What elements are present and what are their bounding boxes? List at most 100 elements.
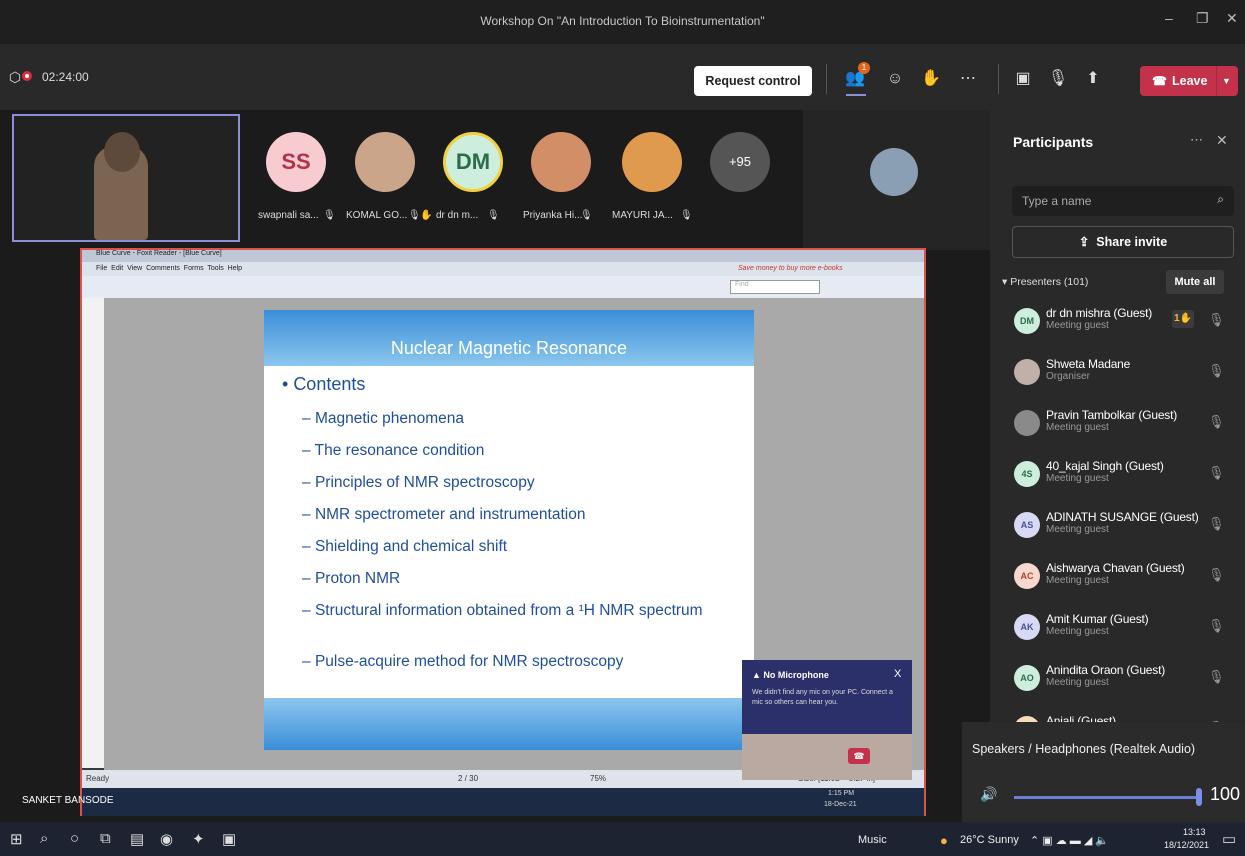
request-control-button[interactable]: Request control xyxy=(694,66,812,96)
chrome-icon[interactable]: ◉ xyxy=(160,830,173,848)
participant-video[interactable] xyxy=(803,110,990,250)
participant-row[interactable]: AO Anindita Oraon (Guest) Meeting guest 🎙 xyxy=(990,657,1245,707)
participant-name: MAYURI JA... xyxy=(612,210,673,221)
foxit-menu-bar: File Edit View Comments Forms Tools Help… xyxy=(82,262,924,276)
participant-name: Pravin Tambolkar (Guest) xyxy=(1046,408,1178,422)
clock-time[interactable]: 13:13 xyxy=(1183,827,1206,837)
reactions-icon[interactable]: ✋ xyxy=(918,66,944,92)
participant-role: Organiser xyxy=(1046,371,1090,382)
page-indicator[interactable]: 2 / 30 xyxy=(458,770,478,788)
leave-button[interactable]: ☎ Leave ▼ xyxy=(1140,66,1238,96)
participant-row[interactable]: DM dr dn mishra (Guest) Meeting guest 1✋ 🎙 xyxy=(990,300,1245,350)
close-icon[interactable]: X xyxy=(894,668,901,680)
mic-off-icon[interactable]: 🎙 xyxy=(1208,414,1225,430)
participant-row[interactable]: AC Aishwarya Chavan (Guest) Meeting guest 🎙 xyxy=(990,555,1245,605)
overflow-count[interactable]: +95 xyxy=(710,132,770,192)
avatar xyxy=(1014,359,1040,385)
list-item: – Structural information obtained from a… xyxy=(302,602,703,619)
participant-name: 40_kajal Singh (Guest) xyxy=(1046,459,1164,473)
ad-banner[interactable]: Save money to buy more e-books xyxy=(738,262,843,276)
avatar: 4S xyxy=(1014,461,1040,487)
more-options-icon[interactable]: ⋯ xyxy=(955,66,981,92)
foxit-title: Blue Curve - Foxit Reader - [Blue Curve] xyxy=(82,250,924,262)
notification-icon[interactable]: ▭ xyxy=(1222,830,1236,848)
mic-off-icon[interactable]: 🎙 xyxy=(1045,66,1071,92)
avatar: SS xyxy=(266,132,326,192)
mic-off-icon[interactable]: 🎙 xyxy=(1208,516,1225,532)
close-icon[interactable]: ✕ xyxy=(1216,132,1228,149)
minimize-icon[interactable]: – xyxy=(1165,10,1173,26)
share-icon: ⇪ xyxy=(1078,235,1090,249)
mic-off-icon[interactable]: 🎙 xyxy=(1208,312,1225,328)
avatar: AS xyxy=(1014,512,1040,538)
volume-value: 100 xyxy=(1210,784,1241,804)
participant-row[interactable]: AS ADINATH SUSANGE (Guest) Meeting guest 🎙 xyxy=(990,504,1245,554)
close-icon[interactable]: ✕ xyxy=(1226,10,1238,27)
tray-icons[interactable]: ⌃ ▣ ☁ ▬ ◢ 🔈 xyxy=(1030,834,1109,847)
maximize-icon[interactable]: ❐ xyxy=(1196,10,1209,27)
recording-icon xyxy=(22,71,32,81)
presenter-video[interactable] xyxy=(12,114,240,242)
participant-row[interactable]: Pravin Tambolkar (Guest) Meeting guest 🎙 xyxy=(990,402,1245,452)
camera-off-icon[interactable]: ▣ xyxy=(1010,66,1036,92)
divider xyxy=(1216,66,1217,96)
mute-all-button[interactable]: Mute all xyxy=(1166,270,1224,294)
no-microphone-popup: ▲ No Microphone X We didn't find any mic… xyxy=(742,660,912,780)
avatar xyxy=(622,132,682,192)
chevron-down-icon[interactable]: ▼ xyxy=(1222,66,1231,96)
volume-thumb[interactable] xyxy=(1196,788,1202,806)
participant-name: Anindita Oraon (Guest) xyxy=(1046,663,1165,677)
mic-off-icon[interactable]: 🎙 xyxy=(1208,567,1225,583)
more-options-icon[interactable]: ⋯ xyxy=(1190,132,1203,148)
mic-off-icon[interactable]: 🎙 xyxy=(1208,363,1225,379)
menu-view[interactable]: View xyxy=(127,265,142,272)
participant-name: Priyanka Hi... xyxy=(523,210,583,221)
volume-slider[interactable] xyxy=(1014,796,1199,799)
cortana-icon[interactable]: ○ xyxy=(70,830,79,847)
chat-icon[interactable]: ☺ xyxy=(882,66,908,92)
hangup-icon[interactable]: ☎ xyxy=(848,748,870,764)
mic-off-icon[interactable]: 🎙 xyxy=(1208,618,1225,634)
search-input[interactable]: Type a name ⌕ xyxy=(1012,186,1234,216)
music-label[interactable]: Music xyxy=(858,834,887,846)
share-invite-button[interactable]: ⇪ Share invite xyxy=(1012,226,1234,258)
search-icon[interactable]: ⌕ xyxy=(40,830,48,847)
speaker-icon[interactable]: 🔊 xyxy=(980,786,997,803)
share-invite-label: Share invite xyxy=(1096,235,1168,249)
task-view-icon[interactable]: ⧉ xyxy=(100,830,111,847)
participants-panel: Participants ⋯ ✕ Type a name ⌕ ⇪ Share i… xyxy=(990,110,1245,742)
speakers-label: Speakers / Headphones (Realtek Audio) xyxy=(972,742,1196,756)
mic-off-icon: 🎙 xyxy=(680,210,693,221)
avatar xyxy=(870,148,918,196)
bullet-heading: • Contents xyxy=(282,374,366,394)
menu-help[interactable]: Help xyxy=(228,265,242,272)
find-input[interactable]: Find xyxy=(730,280,820,294)
windows-start-icon[interactable]: ⊞ xyxy=(10,830,23,848)
phone-icon: ☎ xyxy=(1152,74,1167,88)
notes-icon[interactable]: ▣ xyxy=(222,830,236,848)
mic-off-icon[interactable]: 🎙 xyxy=(1208,465,1225,481)
list-item: – Pulse-acquire method for NMR spectrosc… xyxy=(302,653,624,670)
teams-icon[interactable]: ✦ xyxy=(192,830,205,848)
file-explorer-icon[interactable]: ▤ xyxy=(130,830,144,848)
avatar xyxy=(531,132,591,192)
windows-taskbar: ⊞ ⌕ ○ ⧉ ▤ ◉ ✦ ▣ Music ● 26°C Sunny ⌃ ▣ ☁… xyxy=(0,822,1245,856)
participant-row[interactable]: Shweta Madane Organiser 🎙 xyxy=(990,351,1245,401)
zoom-level[interactable]: 75% xyxy=(590,770,606,788)
menu-comments[interactable]: Comments xyxy=(146,265,180,272)
menu-forms[interactable]: Forms xyxy=(184,265,204,272)
menu-tools[interactable]: Tools xyxy=(207,265,223,272)
menu-file[interactable]: File xyxy=(96,265,107,272)
mic-off-icon[interactable]: 🎙 xyxy=(1208,669,1225,685)
participant-role: Meeting guest xyxy=(1046,626,1109,637)
clock-date[interactable]: 18/12/2021 xyxy=(1164,840,1209,850)
list-item: – Principles of NMR spectroscopy xyxy=(302,474,535,491)
participant-row[interactable]: 4S 40_kajal Singh (Guest) Meeting guest 🎙 xyxy=(990,453,1245,503)
inner-taskbar: 1:15 PM 18-Dec-21 xyxy=(82,788,924,816)
weather-text[interactable]: 26°C Sunny xyxy=(960,834,1019,846)
participant-name: Amit Kumar (Guest) xyxy=(1046,612,1149,626)
presenters-header[interactable]: ▾ Presenters (101) xyxy=(1002,276,1088,288)
share-screen-icon[interactable]: ⬆ xyxy=(1080,66,1106,92)
participant-row[interactable]: AK Amit Kumar (Guest) Meeting guest 🎙 xyxy=(990,606,1245,656)
menu-edit[interactable]: Edit xyxy=(111,265,123,272)
